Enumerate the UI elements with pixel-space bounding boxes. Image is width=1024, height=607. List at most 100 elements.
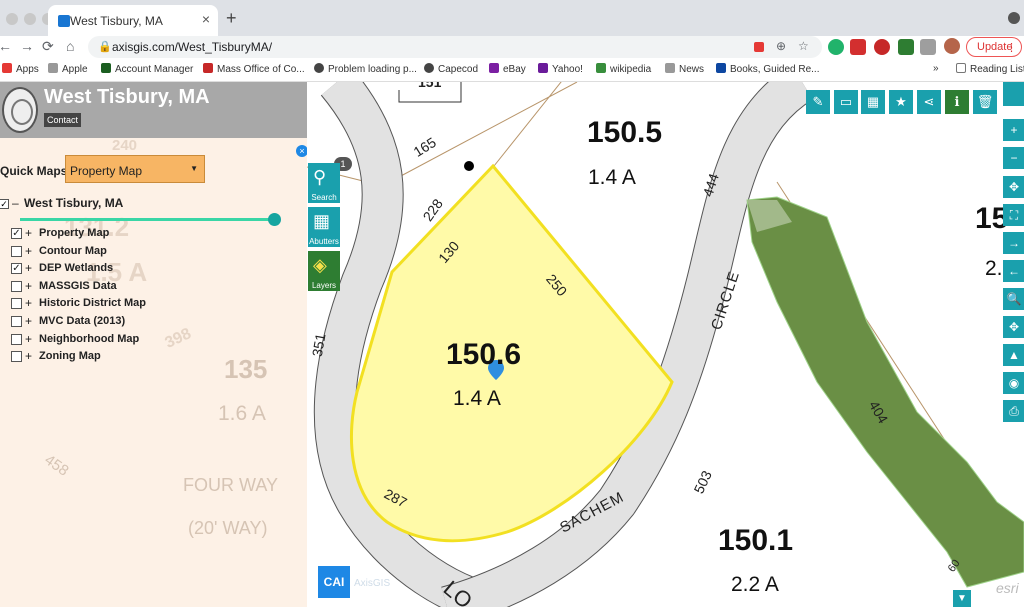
zoom-in-button[interactable]: + [1003, 119, 1024, 141]
layer-checkbox[interactable]: ✓ [11, 263, 22, 275]
contact-button[interactable]: Contact [44, 113, 82, 127]
close-window-icon[interactable] [6, 13, 18, 25]
basemap-button[interactable]: ◉ [1003, 372, 1024, 394]
ad-extension-icon[interactable] [850, 39, 866, 55]
bookmark-star-icon[interactable]: ☆ [798, 39, 809, 53]
search-tool-button[interactable]: ⚲ Search [308, 163, 340, 203]
bookmark-account-manager[interactable]: Account Manager [101, 63, 193, 75]
recenter-button[interactable]: ✥ [1003, 176, 1024, 198]
expand-icon[interactable]: + [25, 279, 32, 293]
grid-tool-button[interactable]: ▦ [861, 90, 885, 114]
bookmark-wikipedia[interactable]: wikipedia [596, 63, 651, 75]
layers-tool-label: Layers [311, 281, 336, 290]
quick-maps-select[interactable]: Property Map ▼ [65, 155, 205, 183]
layer-checkbox[interactable] [11, 298, 22, 310]
zoom-box-button[interactable]: 🔍 [1003, 288, 1024, 310]
root-layer-checkbox[interactable]: ✓ [0, 199, 9, 209]
reload-button[interactable]: ⟳ [42, 38, 54, 55]
layer-checkbox[interactable] [11, 245, 22, 257]
bookmarks-more-button[interactable]: » [933, 63, 939, 74]
close-panel-icon[interactable]: × [296, 145, 307, 157]
measure-tool-button[interactable]: ▭ [834, 90, 858, 114]
root-layer-label: West Tisbury, MA [24, 196, 124, 210]
lock-icon: 🔒 [98, 41, 112, 53]
grammarly-extension-icon[interactable] [828, 39, 844, 55]
parcel-id[interactable]: 150.1 [718, 524, 793, 558]
collapse-tools-icon[interactable] [1003, 82, 1024, 106]
ghost-label: 1.6 A [218, 402, 266, 425]
bookmark-mass-office[interactable]: Mass Office of Co... [203, 63, 305, 75]
bookmark-problem-loading[interactable]: Problem loading p... [314, 63, 417, 75]
layer-checkbox[interactable]: ✓ [11, 228, 22, 239]
favicon-icon [58, 15, 70, 27]
parcel-id[interactable]: 150.5 [587, 116, 662, 150]
bookmark-capecod[interactable]: Capecod [424, 63, 478, 75]
layer-checkbox[interactable] [11, 333, 22, 345]
bookmark-apps[interactable]: Apps [2, 63, 39, 75]
blocked-popup-icon[interactable] [754, 42, 764, 52]
new-tab-button[interactable]: + [226, 8, 237, 29]
expand-icon[interactable]: + [25, 261, 32, 275]
expand-icon[interactable]: + [25, 226, 32, 240]
share-tool-button[interactable]: ⋖ [917, 90, 941, 114]
puzzle-extension-icon[interactable] [920, 39, 936, 55]
bookmark-yahoo[interactable]: Yahoo! [538, 63, 583, 75]
back-button[interactable]: ← [0, 38, 12, 54]
zoom-out-button[interactable]: − [1003, 147, 1024, 169]
pinterest-extension-icon[interactable] [874, 39, 890, 55]
info-tool-button[interactable]: ℹ [945, 90, 969, 114]
bookmark-apple[interactable]: Apple [48, 63, 88, 75]
bookmark-ebay[interactable]: eBay [489, 63, 526, 75]
address-bar[interactable]: 🔒 axisgis.com/West_TisburyMA/ ⊕ ☆ [88, 36, 822, 58]
map-canvas[interactable] [307, 82, 1024, 607]
update-button[interactable]: Update ⋮ [966, 37, 1022, 57]
tab-close-icon[interactable]: × [202, 11, 210, 27]
root-layer-collapse-toggle[interactable]: – [12, 196, 19, 210]
url-text[interactable]: axisgis.com/West_TisburyMA/ [112, 40, 272, 54]
expand-icon[interactable]: + [25, 296, 32, 310]
reading-list-icon [956, 63, 966, 73]
opacity-slider[interactable] [20, 218, 276, 221]
profile-avatar[interactable] [944, 38, 960, 54]
pan-button[interactable]: ✥ [1003, 316, 1024, 338]
browser-tab[interactable]: West Tisbury, MA × [48, 5, 218, 36]
menu-icon: ⋮ [1006, 42, 1017, 54]
expand-icon[interactable]: + [25, 349, 32, 363]
layer-checkbox[interactable] [11, 351, 22, 363]
next-extent-button[interactable]: → [1003, 232, 1024, 254]
home-button[interactable]: ⌂ [66, 38, 74, 54]
parcel-area: 1.4 A [588, 166, 636, 189]
abutters-tool-label: Abutters [309, 237, 339, 246]
reading-list-button[interactable]: Reading List [956, 63, 1024, 75]
previous-extent-button[interactable]: ← [1003, 260, 1024, 282]
zoom-icon[interactable]: ⊕ [776, 39, 786, 53]
layer-label: MASSGIS Data [39, 279, 117, 292]
wikipedia-icon [596, 63, 606, 73]
layers-tool-button[interactable]: ◈ Layers [308, 251, 340, 291]
forward-button[interactable]: → [20, 38, 34, 54]
bookmark-news[interactable]: News [665, 63, 704, 75]
expand-icon[interactable]: + [25, 314, 32, 328]
expand-icon[interactable]: + [25, 332, 32, 346]
print-button[interactable]: ⎙ [1003, 400, 1024, 422]
map-view[interactable]: 150.5 1.4 A 150.6 1.4 A 150.1 2.2 A 15 2… [307, 82, 1024, 607]
selected-parcel-id[interactable]: 150.6 [446, 338, 521, 372]
ghost-label: 240 [112, 137, 138, 154]
minimize-window-icon[interactable] [24, 13, 36, 25]
yahoo-icon [538, 63, 548, 73]
abutters-tool-button[interactable]: ▦ Abutters [308, 207, 340, 247]
layer-checkbox[interactable] [11, 316, 22, 327]
tab-search-icon[interactable] [1008, 12, 1020, 24]
draw-tool-button[interactable]: ✎ [806, 90, 830, 114]
chevron-down-icon[interactable]: ▼ [953, 590, 971, 607]
favorite-tool-button[interactable]: ★ [889, 90, 913, 114]
books-icon [716, 63, 726, 73]
full-extent-button[interactable]: ⛶ [1003, 204, 1024, 226]
opacity-slider-handle[interactable] [268, 213, 281, 226]
street-view-button[interactable]: ▲ [1003, 344, 1024, 366]
bookmark-books[interactable]: Books, Guided Re... [716, 63, 820, 75]
shield-extension-icon[interactable] [898, 39, 914, 55]
layer-checkbox[interactable] [11, 280, 22, 292]
expand-icon[interactable]: + [25, 244, 32, 258]
delete-tool-button[interactable]: 🗑 [973, 90, 997, 114]
